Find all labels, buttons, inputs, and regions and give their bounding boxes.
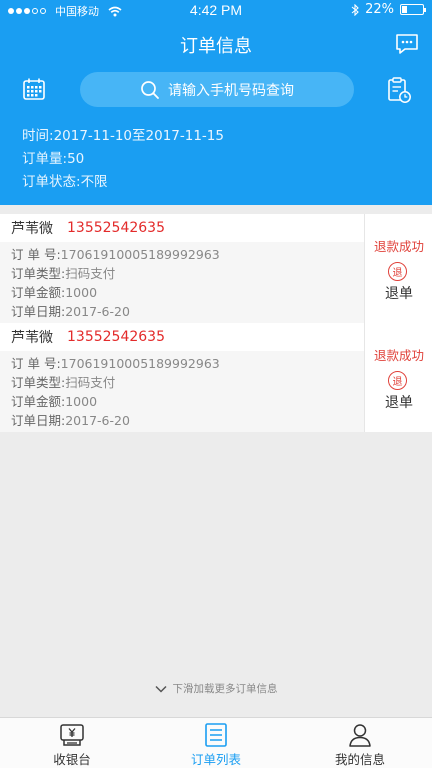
- filter-time: 时间:2017-11-10至2017-11-15: [22, 124, 224, 144]
- filter-state-value: 不限: [80, 174, 108, 190]
- order-type-row: 订单类型:扫码支付: [11, 264, 364, 283]
- order-amount-label: 订单金额:: [11, 285, 66, 300]
- refund-status: 退款成功: [373, 348, 424, 363]
- order-type-row: 订单类型:扫码支付: [11, 373, 364, 392]
- battery-icon: [400, 4, 426, 15]
- refund-status: 退款成功: [373, 239, 424, 254]
- message-icon[interactable]: [394, 32, 420, 56]
- cashier-icon: [60, 724, 84, 746]
- load-more-hint[interactable]: 下滑加载更多订单信息: [0, 681, 432, 696]
- order-date-value: 2017-6-20: [65, 304, 130, 319]
- order-type-label: 订单类型:: [11, 266, 66, 281]
- customer-name: 芦苇微: [11, 330, 53, 346]
- clipboard-clock-icon[interactable]: [386, 76, 412, 104]
- filter-count-label: 订单量:: [22, 151, 68, 167]
- search-icon: [141, 80, 159, 99]
- filter-state-label: 订单状态:: [22, 174, 81, 190]
- status-bar: 中国移动 4:42 PM 22%: [0, 0, 432, 22]
- order-type-label: 订单类型:: [11, 375, 66, 390]
- refund-panel: 退款成功 退 退单: [364, 323, 432, 432]
- refund-panel: 退款成功 退 退单: [364, 214, 432, 323]
- tab-my-info[interactable]: 我的信息: [288, 718, 432, 768]
- refund-stamp-icon: 退: [388, 262, 407, 281]
- order-date-label: 订单日期:: [11, 413, 66, 428]
- order-no-value: 17061910005189992963: [60, 356, 220, 371]
- tab-bar: 收银台 订单列表 我的信息: [0, 717, 432, 768]
- order-no-row: 订 单 号:17061910005189992963: [11, 245, 364, 264]
- header: 中国移动 4:42 PM 22% 订单信息 请输入手机号码查询 时间:2017-…: [0, 0, 432, 205]
- order-amount-label: 订单金额:: [11, 394, 66, 409]
- refund-button[interactable]: 退单: [365, 392, 432, 412]
- bluetooth-icon: [351, 3, 359, 16]
- filter-count: 订单量:50: [22, 147, 84, 167]
- order-date-row: 订单日期:2017-6-20: [11, 411, 364, 430]
- load-more-text: 下滑加载更多订单信息: [172, 683, 278, 695]
- chevron-down-icon: [154, 685, 167, 693]
- search-placeholder: 请输入手机号码查询: [168, 82, 294, 99]
- order-no-label: 订 单 号:: [11, 356, 61, 371]
- order-amount-value: 1000: [65, 394, 98, 409]
- order-no-value: 17061910005189992963: [60, 247, 220, 262]
- order-card[interactable]: 芦苇微 13552542635 订 单 号:170619100051899929…: [0, 323, 432, 432]
- tab-cashier[interactable]: 收银台: [0, 718, 144, 768]
- order-date-row: 订单日期:2017-6-20: [11, 302, 364, 321]
- order-amount-row: 订单金额:1000: [11, 283, 364, 302]
- order-type-value: 扫码支付: [65, 375, 116, 390]
- battery-percent: 22%: [365, 2, 394, 17]
- tab-cashier-label: 收银台: [53, 752, 91, 767]
- tab-my-info-label: 我的信息: [334, 752, 385, 767]
- filter-count-value: 50: [67, 151, 85, 167]
- list-icon: [205, 723, 227, 747]
- search-input[interactable]: 请输入手机号码查询: [80, 72, 354, 107]
- calendar-icon[interactable]: [22, 77, 46, 101]
- order-no-row: 订 单 号:17061910005189992963: [11, 354, 364, 373]
- filter-time-value: 2017-11-10至2017-11-15: [53, 128, 224, 144]
- customer-phone[interactable]: 13552542635: [67, 329, 165, 345]
- order-type-value: 扫码支付: [65, 266, 116, 281]
- refund-button[interactable]: 退单: [365, 283, 432, 303]
- user-icon: [349, 724, 371, 747]
- order-amount-value: 1000: [65, 285, 98, 300]
- order-amount-row: 订单金额:1000: [11, 392, 364, 411]
- filter-time-label: 时间:: [22, 128, 54, 144]
- filter-state: 订单状态:不限: [22, 170, 108, 190]
- customer-phone[interactable]: 13552542635: [67, 220, 165, 236]
- order-card[interactable]: 芦苇微 13552542635 订 单 号:170619100051899929…: [0, 214, 432, 323]
- page-title: 订单信息: [180, 36, 252, 57]
- tab-order-list[interactable]: 订单列表: [144, 718, 288, 768]
- order-date-label: 订单日期:: [11, 304, 66, 319]
- order-no-label: 订 单 号:: [11, 247, 61, 262]
- tab-order-list-label: 订单列表: [190, 752, 241, 767]
- refund-stamp-icon: 退: [388, 371, 407, 390]
- order-list: 芦苇微 13552542635 订 单 号:170619100051899929…: [0, 214, 432, 432]
- customer-name: 芦苇微: [11, 221, 53, 237]
- order-date-value: 2017-6-20: [65, 413, 130, 428]
